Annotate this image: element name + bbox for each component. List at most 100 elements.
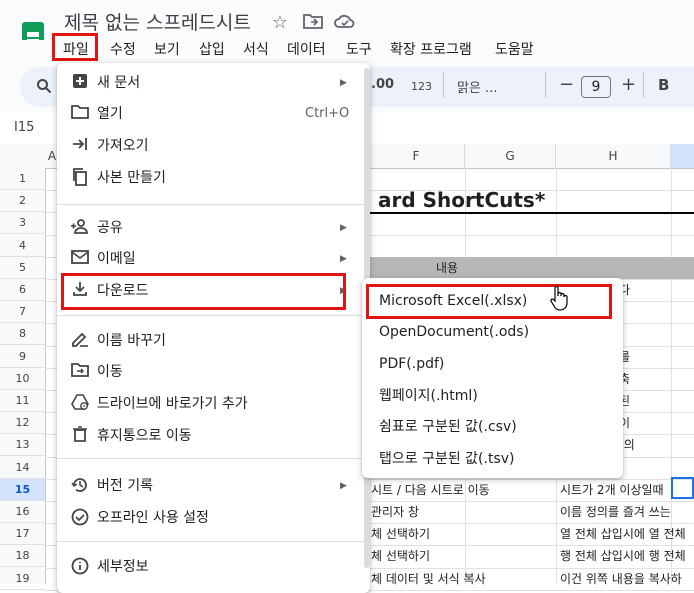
name-box[interactable]: I15 [14, 120, 34, 135]
drive-shortcut-icon [70, 394, 90, 414]
folder-move-icon [70, 362, 90, 382]
submenu-arrow-icon: ▶ [340, 223, 347, 233]
menu-separator [57, 458, 370, 459]
menu-help[interactable]: 도움말 [495, 40, 534, 60]
cell-e[interactable]: 체 데이터 및 서식 복사 [371, 568, 555, 590]
file-menu-item-3-label: 가져오기 [97, 138, 149, 154]
row-header-2[interactable]: 2 [0, 190, 45, 213]
menu-insert[interactable]: 삽입 [199, 40, 225, 60]
download-option-label: 탭으로 구분된 값(.tsv) [379, 451, 515, 467]
menu-separator [57, 315, 370, 316]
download-option-label: OpenDocument(.ods) [379, 324, 530, 340]
menu-format[interactable]: 서식 [243, 40, 269, 60]
cell-e[interactable]: 관리자 창 [371, 501, 555, 523]
column-header-f[interactable]: F [368, 144, 465, 168]
increase-font-size-button[interactable]: + [621, 74, 636, 95]
row-header-18[interactable]: 18 [0, 545, 45, 568]
toolbar-divider [443, 72, 444, 98]
mail-icon [70, 249, 90, 269]
row-header-6[interactable]: 6 [0, 279, 45, 301]
row-header-13[interactable]: 13 [0, 434, 45, 457]
row-header-5[interactable]: 5 [0, 257, 45, 279]
folder-move-icon[interactable] [302, 12, 324, 34]
copy-icon [70, 168, 90, 188]
decrease-font-size-button[interactable]: − [559, 74, 574, 95]
row-header-9[interactable]: 9 [0, 346, 45, 368]
star-icon[interactable]: ☆ [269, 12, 291, 34]
menu-data[interactable]: 데이터 [287, 40, 326, 60]
file-menu-item-14-label: 세부정보 [97, 559, 149, 575]
submenu-arrow-icon: ▶ [340, 481, 347, 491]
submenu-arrow-icon: ▶ [340, 254, 347, 264]
cell-e[interactable]: 체 선택하기 [371, 545, 555, 567]
row-header-14[interactable]: 14 [0, 457, 45, 479]
search-menus-icon[interactable] [36, 78, 52, 98]
header-row [368, 257, 694, 279]
row-header-8[interactable]: 8 [0, 323, 45, 346]
row-header-15[interactable]: 15 [0, 478, 45, 501]
cell-h[interactable]: 이름 정의를 즐겨 쓰는 [560, 501, 694, 523]
row-header-11[interactable]: 11 [0, 390, 45, 412]
file-menu-item-5-label: 공유 [97, 220, 123, 236]
file-menu-item-4-label: 사본 만들기 [97, 170, 166, 186]
cloud-status-icon[interactable] [334, 12, 356, 34]
file-menu-item-9-label: 이동 [97, 364, 123, 380]
toolbar-divider [545, 72, 546, 98]
folder-icon [70, 104, 90, 124]
row-header-7[interactable]: 7 [0, 301, 45, 324]
person-add-icon [70, 218, 90, 238]
cell-h[interactable]: 이건 위쪽 내용을 복사하 [560, 568, 694, 590]
menu-edit[interactable]: 수정 [110, 40, 136, 60]
column-header-g[interactable]: G [465, 144, 556, 168]
menu-separator [57, 541, 370, 542]
cell-e[interactable]: 체 선택하기 [371, 523, 555, 545]
download-option-label: PDF(.pdf) [379, 356, 445, 372]
toolbar-divider [643, 72, 644, 98]
bold-button[interactable]: B [658, 76, 669, 94]
row-header-3[interactable]: 3 [0, 212, 45, 235]
cell-e[interactable]: 시트 / 다음 시트로 이동 [371, 479, 555, 501]
menu-separator [57, 204, 370, 205]
document-title[interactable]: 제목 없는 스프레드시트 [64, 8, 251, 35]
rename-icon [70, 331, 90, 351]
info-icon [70, 557, 90, 577]
font-family-select[interactable]: 맑은 ... [457, 77, 497, 96]
header-cell-content[interactable]: 내용 [436, 257, 458, 279]
file-menu-item-2-label: 열기 [97, 106, 123, 122]
column-header-h[interactable]: H [556, 144, 671, 168]
trash-icon [70, 426, 90, 446]
menu-view[interactable]: 보기 [154, 40, 180, 60]
active-cell-i15[interactable] [671, 477, 694, 499]
menu-tools[interactable]: 도구 [346, 40, 372, 60]
row-header-17[interactable]: 17 [0, 523, 45, 546]
file-menu-item-13-label: 오프라인 사용 설정 [97, 510, 209, 526]
row-header-19[interactable]: 19 [0, 568, 45, 590]
row-header-10[interactable]: 10 [0, 368, 45, 390]
cell-h[interactable]: 행 전체 삽입시에 행 전체 [560, 545, 694, 567]
row-header-1[interactable]: 1 [0, 168, 45, 190]
file-menu-item-6-label: 이메일 [97, 251, 136, 267]
title-underline [368, 212, 694, 214]
row-header-12[interactable]: 12 [0, 412, 45, 435]
file-menu-item-8-label: 이름 바꾸기 [97, 333, 166, 349]
cell-h[interactable]: 열 전체 삽입시에 열 전체 [560, 523, 694, 545]
font-size-input[interactable]: 9 [581, 76, 611, 98]
download-option-label: 웹페이지(.html) [379, 388, 478, 404]
sheet-title-cell[interactable]: ard ShortCuts* [378, 188, 545, 212]
file-menu-item-11-label: 휴지통으로 이동 [97, 428, 192, 444]
row-header-4[interactable]: 4 [0, 235, 45, 257]
file-menu-item-10-label: 드라이브에 바로가기 추가 [97, 396, 248, 412]
shortcut-label: Ctrl+O [305, 106, 350, 121]
file-menu-item-12-label: 버전 기록 [97, 478, 153, 494]
decrease-decimal-button[interactable]: .00 [371, 77, 394, 92]
more-formats-button[interactable]: 123 [411, 80, 432, 93]
column-header-i-selected[interactable] [671, 144, 694, 168]
offline-icon [70, 508, 90, 528]
hand-cursor-icon [549, 285, 569, 311]
excel-highlight-box [366, 284, 612, 319]
file-menu-highlight-box [52, 33, 98, 61]
download-highlight-box [61, 273, 346, 310]
history-icon [70, 476, 90, 496]
row-header-16[interactable]: 16 [0, 501, 45, 523]
menu-extensions[interactable]: 확장 프로그램 [390, 40, 472, 60]
